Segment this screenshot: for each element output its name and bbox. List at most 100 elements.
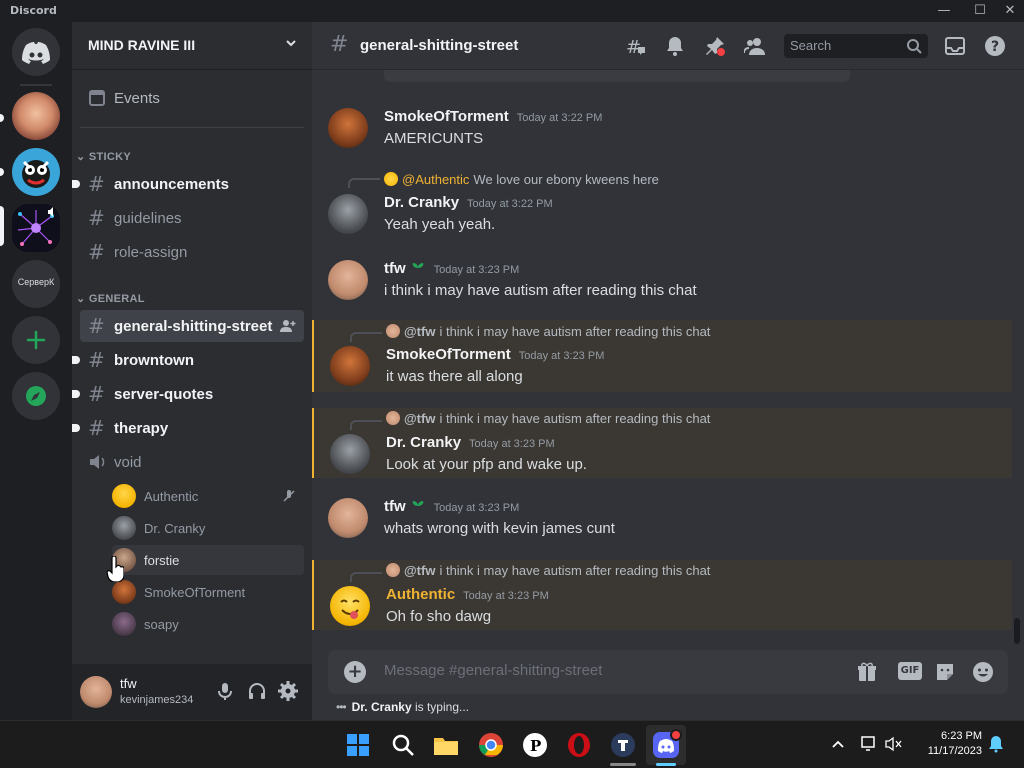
pocket-app-icon[interactable]: P: [521, 731, 549, 759]
search-icon: [907, 39, 922, 54]
sticker-icon[interactable]: [934, 661, 956, 683]
server-icon-text[interactable]: СерверК: [12, 260, 60, 308]
author-avatar[interactable]: [328, 260, 368, 300]
server-icon-face[interactable]: [12, 92, 60, 140]
app-icon[interactable]: [609, 731, 637, 759]
unread-indicator: [72, 356, 80, 364]
user-avatar[interactable]: [80, 676, 112, 708]
bell-icon[interactable]: [664, 35, 686, 57]
channel-general-shitting-street[interactable]: # general-shitting-street: [80, 310, 304, 342]
hashtag-icon: #: [88, 206, 105, 230]
voice-user-forstie[interactable]: forstie: [112, 545, 304, 575]
gift-icon[interactable]: [856, 661, 878, 683]
guild-divider: [20, 84, 52, 86]
pin-icon[interactable]: [704, 35, 726, 57]
channel-label: browntown: [114, 351, 194, 369]
gif-button[interactable]: GIF: [898, 662, 922, 680]
windows-start-icon[interactable]: [344, 731, 372, 759]
server-header[interactable]: MIND RAVINE III: [72, 22, 312, 70]
reply-preview[interactable]: @Authentic We love our ebony kweens here: [384, 172, 659, 187]
network-status-icon[interactable]: [860, 735, 880, 753]
svg-text:P: P: [530, 737, 541, 755]
minimize-button[interactable]: —: [930, 0, 958, 22]
microphone-icon[interactable]: [214, 680, 236, 702]
author-avatar[interactable]: [328, 108, 368, 148]
home-button[interactable]: [12, 28, 60, 76]
emoji-face-icon: [340, 599, 360, 619]
hashtag-icon: #: [88, 172, 105, 196]
members-icon[interactable]: [744, 35, 766, 57]
emoji-icon[interactable]: [972, 661, 994, 683]
events-item[interactable]: Events: [80, 82, 304, 114]
chat-area: # general-shitting-street # Search ? Smo…: [312, 22, 1024, 720]
volume-muted-icon[interactable]: [884, 735, 904, 753]
reply-preview[interactable]: @tfw i think i may have autism after read…: [386, 563, 710, 578]
voice-user-dr-cranky[interactable]: Dr. Cranky: [112, 513, 304, 543]
message-author[interactable]: SmokeOfTorment Today at 3:22 PM: [384, 108, 602, 125]
server-icon-network[interactable]: [12, 204, 60, 252]
notification-bell-icon[interactable]: [988, 735, 1004, 753]
voice-user-soapy[interactable]: soapy: [112, 609, 304, 639]
discord-logo-icon: [22, 42, 50, 64]
invite-icon[interactable]: [280, 319, 296, 333]
author-avatar[interactable]: [328, 194, 368, 234]
scrollbar[interactable]: [1012, 70, 1020, 644]
channel-server-quotes[interactable]: # server-quotes: [72, 378, 304, 410]
category-sticky[interactable]: ⌄ STICKY: [76, 150, 131, 163]
system-clock[interactable]: 6:23 PM 11/17/2023: [928, 729, 982, 759]
file-explorer-icon[interactable]: [432, 731, 460, 759]
message-author[interactable]: Dr. Cranky Today at 3:22 PM: [384, 194, 553, 211]
channel-role-assign[interactable]: # role-assign: [80, 236, 304, 268]
message-author[interactable]: tfw Today at 3:23 PM: [384, 498, 519, 515]
message-time: Today at 3:23 PM: [463, 590, 549, 602]
reply-preview[interactable]: @tfw i think i may have autism after read…: [386, 411, 710, 426]
avatar: [112, 516, 136, 540]
help-icon[interactable]: ?: [984, 35, 1006, 57]
gear-icon[interactable]: [277, 680, 299, 702]
author-avatar[interactable]: [330, 434, 370, 474]
hashtag-icon: #: [88, 240, 105, 264]
hashtag-icon: #: [88, 314, 105, 338]
message-author[interactable]: tfw Today at 3:23 PM: [384, 260, 519, 277]
unread-indicator: [72, 180, 80, 188]
author-avatar[interactable]: [330, 586, 370, 626]
channel-announcements[interactable]: # announcements: [72, 168, 304, 200]
reply-preview[interactable]: @tfw i think i may have autism after read…: [386, 324, 710, 339]
message-author[interactable]: Dr. Cranky Today at 3:23 PM: [386, 434, 555, 451]
typing-dots-icon: •••: [336, 700, 347, 714]
author-avatar[interactable]: [330, 346, 370, 386]
search-icon[interactable]: [389, 731, 417, 759]
message-author[interactable]: Authentic Today at 3:23 PM: [386, 586, 549, 603]
avatar: [112, 612, 136, 636]
explore-servers-button[interactable]: [12, 372, 60, 420]
add-server-button[interactable]: [12, 316, 60, 364]
add-attachment-button[interactable]: +: [344, 661, 366, 683]
hashtag-icon: #: [330, 32, 349, 57]
headphones-icon[interactable]: [246, 680, 268, 702]
voice-user-name: Dr. Cranky: [144, 520, 206, 536]
voice-user-authentic[interactable]: Authentic: [112, 481, 304, 511]
threads-icon[interactable]: #: [624, 35, 646, 57]
message-author[interactable]: SmokeOfTorment Today at 3:23 PM: [386, 346, 604, 363]
message-text: i think i may have autism after reading …: [384, 282, 697, 299]
channel-therapy[interactable]: # therapy: [72, 412, 304, 444]
author-avatar[interactable]: [328, 498, 368, 538]
maximize-button[interactable]: ☐: [966, 0, 994, 22]
channel-browntown[interactable]: # browntown: [72, 344, 304, 376]
chrome-icon[interactable]: [477, 731, 505, 759]
opera-icon[interactable]: [565, 731, 593, 759]
close-button[interactable]: ✕: [996, 0, 1024, 22]
search-input[interactable]: Search: [784, 34, 928, 58]
voice-channel-void[interactable]: void: [80, 446, 304, 478]
inbox-icon[interactable]: [944, 35, 966, 57]
message-input[interactable]: Message #general-shitting-street: [384, 662, 602, 679]
message-time: Today at 3:23 PM: [469, 438, 555, 450]
channel-guidelines[interactable]: # guidelines: [80, 202, 304, 234]
category-general[interactable]: ⌄ GENERAL: [76, 292, 145, 305]
scrollbar-thumb[interactable]: [1014, 618, 1020, 644]
server-icon-cartoon[interactable]: [12, 148, 60, 196]
typing-indicator: ••• Dr. Cranky is typing...: [336, 700, 469, 714]
chevron-up-icon[interactable]: [830, 737, 846, 753]
voice-user-smokeoftorment[interactable]: SmokeOfTorment: [112, 577, 304, 607]
speaker-icon: [90, 455, 105, 469]
